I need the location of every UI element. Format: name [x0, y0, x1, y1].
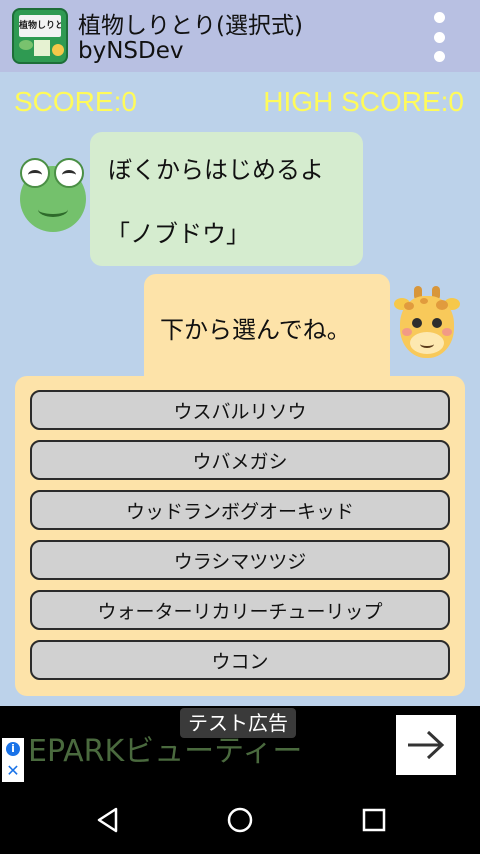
giraffe-bubble-text: 下から選んでね。 [160, 316, 351, 344]
giraffe-speech-bubble: 下から選んでね。 [144, 274, 390, 380]
info-icon[interactable]: i [2, 738, 24, 760]
back-icon[interactable] [94, 806, 122, 834]
app-bar: 植物しりとり 植物しりとり(選択式) byNSDev [0, 0, 480, 72]
app-subtitle: byNSDev [78, 38, 184, 64]
ad-banner[interactable]: i ✕ EPARKビューティー テスト広告 [0, 706, 480, 786]
frog-speech-bubble: ぼくからはじめるよ 「ノブドウ」 [90, 132, 363, 266]
app-icon-box [34, 40, 50, 56]
system-nav-bar [0, 786, 480, 854]
app-icon-sign: 植物しりとり [19, 15, 61, 37]
option-button-5[interactable]: ウォーターリカリーチューリップ [30, 590, 450, 630]
option-button-6[interactable]: ウコン [30, 640, 450, 680]
app-icon-giraffe [52, 44, 64, 56]
more-vert-icon[interactable] [424, 10, 454, 64]
arrow-right-icon [408, 730, 445, 760]
option-button-1[interactable]: ウスバルリソウ [30, 390, 450, 430]
options-panel: ウスバルリソウ ウバメガシ ウッドランボグオーキッド ウラシマツツジ ウォーター… [15, 376, 465, 696]
option-button-4[interactable]: ウラシマツツジ [30, 540, 450, 580]
option-button-2[interactable]: ウバメガシ [30, 440, 450, 480]
score-label: SCORE:0 [14, 86, 137, 117]
app-title: 植物しりとり(選択式) [78, 13, 303, 39]
close-icon[interactable]: ✕ [2, 760, 24, 782]
app-icon-frog [19, 40, 33, 50]
high-score-label: HIGH SCORE:0 [263, 86, 464, 117]
recent-apps-icon[interactable] [360, 806, 388, 834]
ad-test-label: テスト広告 [180, 708, 296, 738]
frog-character-icon [20, 158, 86, 232]
frog-bubble-line1: ぼくからはじめるよ [108, 156, 324, 184]
giraffe-character-icon [394, 286, 460, 364]
app-icon: 植物しりとり [12, 8, 68, 64]
home-icon[interactable] [226, 806, 254, 834]
option-button-3[interactable]: ウッドランボグオーキッド [30, 490, 450, 530]
ad-arrow-button[interactable] [396, 715, 456, 775]
frog-bubble-word: 「ノブドウ」 [106, 220, 250, 248]
